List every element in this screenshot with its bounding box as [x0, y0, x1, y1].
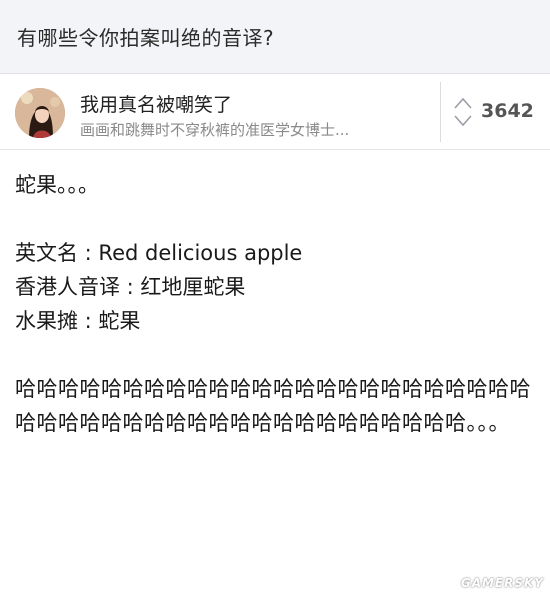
avatar[interactable] [15, 88, 65, 138]
vote-divider [440, 82, 441, 142]
answer-line: 蛇果。。。 [15, 173, 99, 197]
author-row: 我用真名被嘲笑了 画画和跳舞时不穿秋裤的准医学女博士... 3642 [0, 74, 550, 150]
author-bio: 画画和跳舞时不穿秋裤的准医学女博士... [80, 121, 350, 139]
question-title[interactable]: 有哪些令你拍案叫绝的音译? [17, 22, 274, 51]
vote-count: 3642 [481, 100, 534, 122]
author-name[interactable]: 我用真名被嘲笑了 [80, 90, 232, 117]
answer-line: 水果摊 : 蛇果 [15, 309, 141, 333]
question-header[interactable]: 有哪些令你拍案叫绝的音译? [0, 0, 550, 74]
up-down-chevron-icon [454, 97, 472, 127]
answer-laugh-text: 哈哈哈哈哈哈哈哈哈哈哈哈哈哈哈哈哈哈哈哈哈哈哈哈哈哈哈哈哈哈哈哈哈哈哈哈哈哈哈哈… [15, 377, 531, 435]
watermark-logo: GAMERSKY [460, 576, 544, 590]
answer-line: 香港人音译 : 红地厘蛇果 [15, 275, 246, 299]
answer-body: 蛇果。。。 英文名 : Red delicious apple 香港人音译 : … [15, 168, 535, 440]
vote-button[interactable] [452, 94, 474, 130]
answer-line: 英文名 : Red delicious apple [15, 241, 303, 265]
avatar-photo-icon [15, 88, 65, 138]
